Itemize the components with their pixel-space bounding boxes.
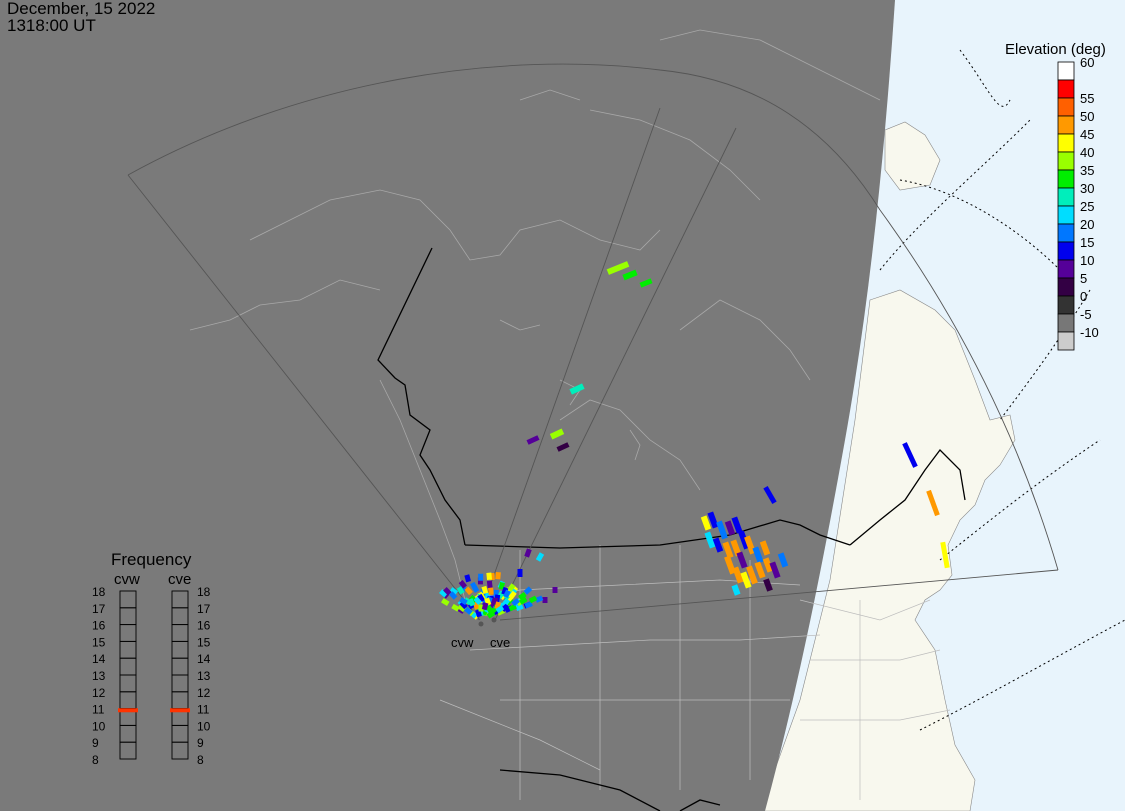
night-shade	[0, 0, 895, 811]
frequency-column-cvw: cvw	[114, 571, 140, 588]
frequency-level-label: 15	[92, 635, 106, 649]
backscatter-cell	[488, 587, 494, 595]
frequency-level-label: 10	[197, 719, 211, 733]
backscatter-cell	[486, 580, 493, 589]
frequency-level-label: 18	[197, 585, 211, 599]
radar-label-cve: cve	[490, 635, 510, 650]
backscatter-cell	[495, 572, 501, 580]
backscatter-cell	[478, 573, 484, 581]
legend-label: 0	[1080, 289, 1087, 304]
frequency-marker	[118, 708, 138, 713]
legend-label: 55	[1080, 91, 1094, 106]
legend-swatch	[1057, 169, 1075, 189]
frequency-level-label: 13	[92, 669, 106, 683]
legend-label: -5	[1080, 307, 1092, 322]
legend-swatch	[1057, 205, 1075, 225]
frequency-level-label: 17	[92, 602, 106, 616]
legend-label: 5	[1080, 271, 1087, 286]
legend-swatch	[1057, 133, 1075, 153]
radar-site-cvw	[478, 621, 484, 627]
frequency-level-label: 9	[92, 736, 99, 750]
radar-site-cve	[491, 617, 497, 623]
legend-swatch	[1057, 187, 1075, 207]
frequency-level-label: 16	[197, 619, 211, 633]
legend-swatch	[1057, 115, 1075, 135]
legend-label: 30	[1080, 181, 1094, 196]
legend-label: 45	[1080, 127, 1094, 142]
legend-label: 25	[1080, 199, 1094, 214]
legend-swatch	[1057, 259, 1075, 279]
frequency-column-cve: cve	[168, 571, 191, 588]
legend-swatch	[1057, 313, 1075, 333]
legend-label: 40	[1080, 145, 1094, 160]
legend-swatch	[1057, 61, 1075, 81]
backscatter-cell	[517, 569, 523, 577]
frequency-marker	[170, 708, 190, 713]
legend-swatch	[1057, 97, 1075, 117]
frequency-level-label: 12	[92, 686, 106, 700]
legend-label: 60	[1080, 55, 1094, 70]
frequency-level-label: 13	[197, 669, 211, 683]
legend-swatch	[1057, 151, 1075, 171]
frequency-level-label: 8	[197, 753, 204, 767]
legend-label: 20	[1080, 217, 1094, 232]
frequency-level-label: 8	[92, 753, 99, 767]
frequency-level-label: 15	[197, 635, 211, 649]
legend-label: 15	[1080, 235, 1094, 250]
legend-swatch	[1057, 295, 1075, 315]
frequency-level-label: 12	[197, 686, 211, 700]
timestamp-header: December, 15 2022 1318:00 UT	[7, 0, 155, 34]
legend-swatch	[1057, 331, 1075, 351]
frequency-level-label: 14	[92, 652, 106, 666]
legend-swatch	[1057, 79, 1075, 99]
frequency-level-label: 10	[92, 719, 106, 733]
frequency-title: Frequency	[111, 550, 192, 569]
frequency-level-label: 17	[197, 602, 211, 616]
frequency-level-label: 18	[92, 585, 106, 599]
backscatter-cell	[552, 587, 558, 593]
frequency-level-label: 11	[197, 703, 210, 717]
frequency-level-label: 16	[92, 619, 106, 633]
backscatter-cell	[486, 572, 493, 580]
legend-swatch	[1057, 277, 1075, 297]
date-label: December, 15 2022	[7, 0, 156, 18]
time-label: 1318:00 UT	[7, 16, 96, 35]
legend-label: 50	[1080, 109, 1094, 124]
legend-label: 35	[1080, 163, 1094, 178]
frequency-level-label: 9	[197, 736, 204, 750]
legend-label: 10	[1080, 253, 1094, 268]
radar-label-cvw: cvw	[451, 635, 474, 650]
legend-label: -10	[1080, 325, 1099, 340]
legend-swatch	[1057, 223, 1075, 243]
map-canvas: cvw cve Elevation (deg) 6055504540353025…	[0, 0, 1125, 811]
frequency-level-label: 14	[197, 652, 211, 666]
frequency-level-label: 11	[92, 703, 105, 717]
legend-swatch	[1057, 241, 1075, 261]
